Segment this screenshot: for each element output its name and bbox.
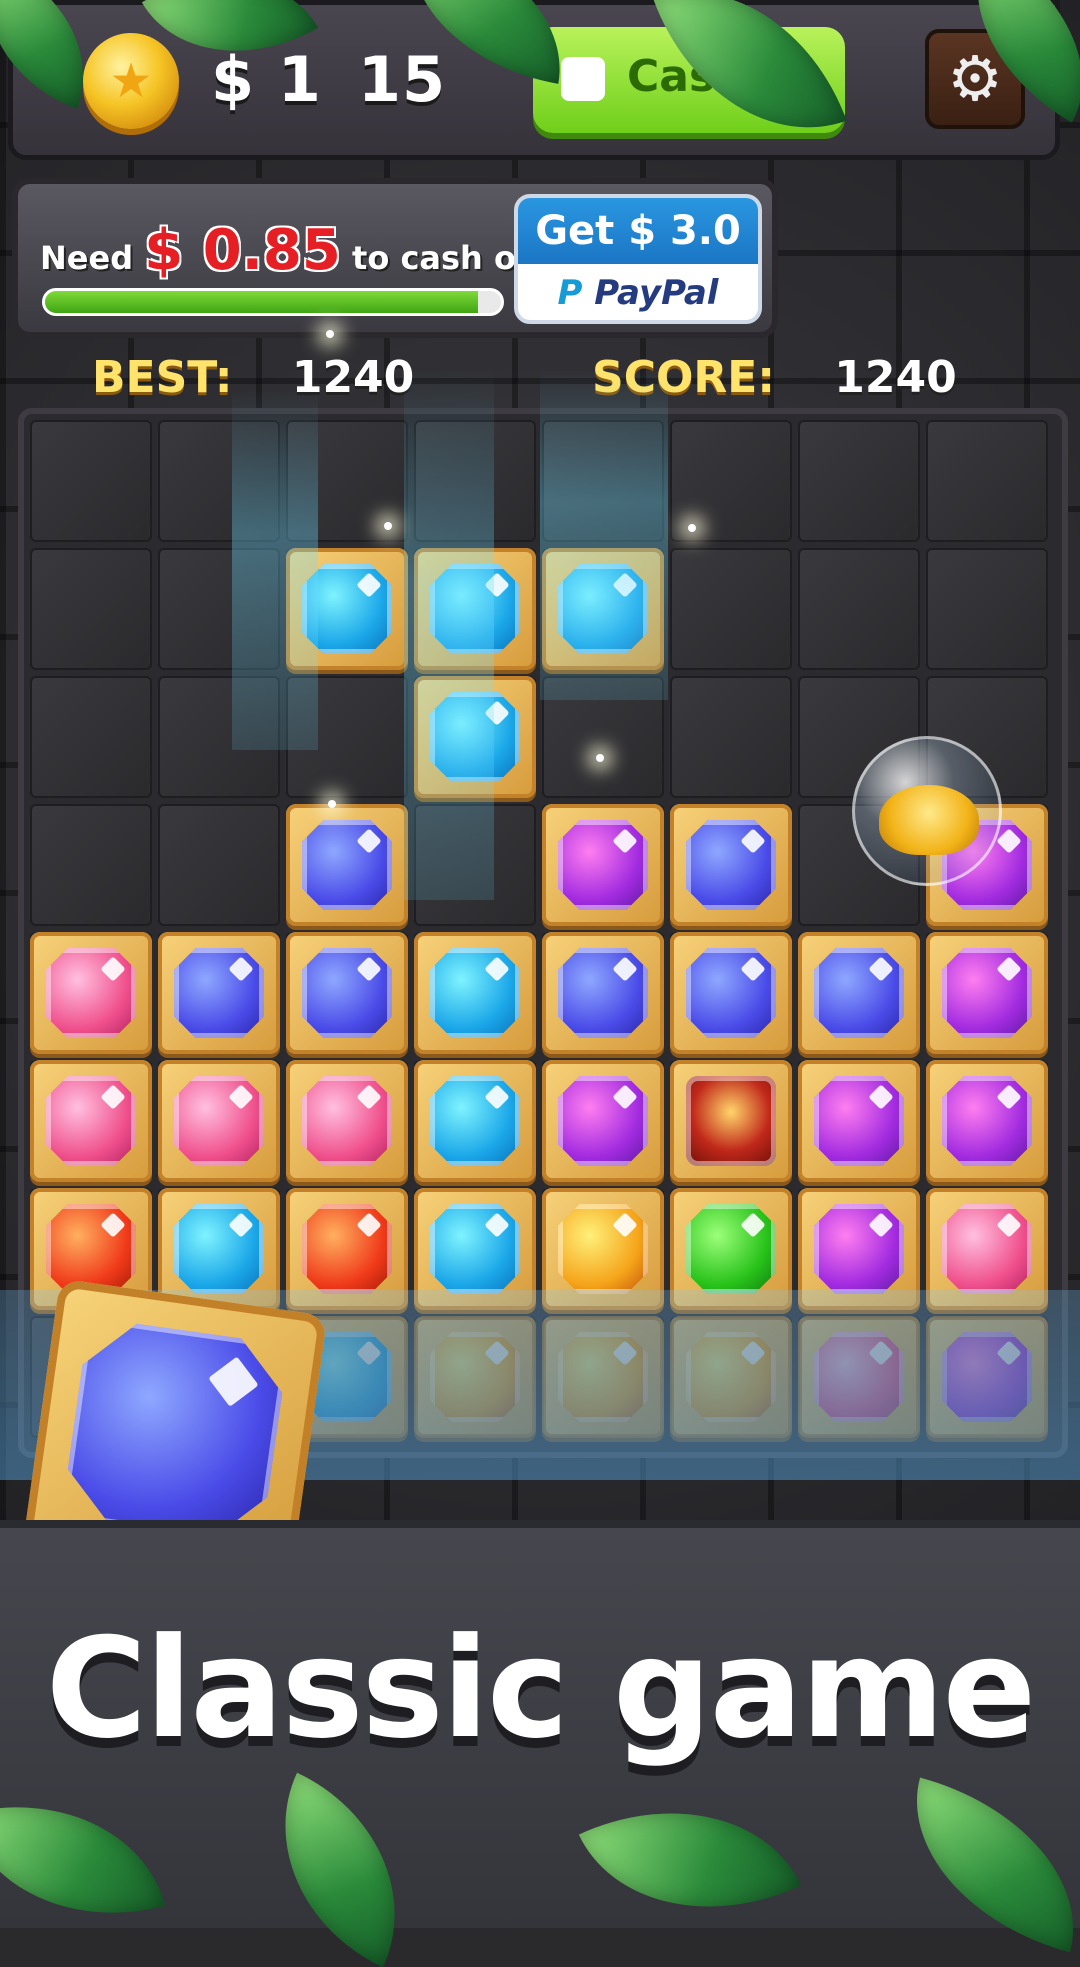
light-beam [232, 390, 318, 750]
reward-amount: Get $ 3.0 [518, 198, 758, 264]
need-prefix: Need [40, 239, 134, 277]
purple-gem-icon [814, 1204, 904, 1294]
coin-icon [83, 33, 179, 129]
blue-gem-tile [798, 932, 920, 1054]
pink-gem-tile [286, 1060, 408, 1182]
sparkle-icon [596, 754, 604, 762]
blue-gem-icon [302, 948, 392, 1038]
purple-gem-icon [942, 948, 1032, 1038]
cyan-gem-tile [414, 1060, 536, 1182]
paypal-label: PayPal [594, 273, 719, 313]
pink-gem-icon [46, 948, 136, 1038]
purple-gem-icon [942, 1076, 1032, 1166]
purple-gem-tile [926, 932, 1048, 1054]
pink-gem-icon [46, 1076, 136, 1166]
purple-gem-icon [558, 1076, 648, 1166]
board-cell[interactable] [30, 548, 152, 670]
purple-gem-tile [542, 1060, 664, 1182]
cyan-gem-icon [430, 1076, 520, 1166]
blue-gem-tile [542, 932, 664, 1054]
board-cell[interactable] [158, 804, 280, 926]
light-beam [404, 370, 494, 900]
board-cell[interactable] [926, 420, 1048, 542]
headline: Classic game [45, 1608, 1036, 1769]
light-beam [540, 370, 668, 700]
board-cell[interactable] [670, 548, 792, 670]
board-cell[interactable] [798, 420, 920, 542]
cyan-gem-tile [414, 932, 536, 1054]
pink-gem-tile [30, 1060, 152, 1182]
purple-gem-tile [926, 1060, 1048, 1182]
blue-gem-tile [670, 804, 792, 926]
board-cell[interactable] [30, 420, 152, 542]
pink-gem-tile [30, 932, 152, 1054]
blue-gem-icon [814, 948, 904, 1038]
cashout-progress-fill [45, 291, 479, 313]
board-cell[interactable] [670, 420, 792, 542]
balance-amount: $ 1 15 [211, 43, 447, 116]
blue-gem-icon [558, 948, 648, 1038]
board-cell[interactable] [30, 804, 152, 926]
board-cell[interactable] [30, 676, 152, 798]
cashout-progress-bar [42, 288, 504, 316]
score-value: 1240 [834, 352, 957, 403]
purple-gem-tile [798, 1060, 920, 1182]
blue-gem-tile [286, 932, 408, 1054]
green-gem-icon [686, 1204, 776, 1294]
blue-gem-icon [61, 1317, 289, 1545]
treasure-chest-tile [670, 1060, 792, 1182]
best-label: BEST: [92, 352, 233, 403]
pink-gem-icon [302, 1076, 392, 1166]
cashout-requirement-text: Need $ 0.85 to cash out. [40, 218, 566, 283]
cyan-gem-icon [430, 948, 520, 1038]
coin-bubble[interactable] [852, 736, 1002, 886]
paypal-icon: P [557, 273, 595, 313]
pink-gem-tile [158, 1060, 280, 1182]
red-gem-icon [46, 1204, 136, 1294]
cashout-progress-panel: Need $ 0.85 to cash out. Get $ 3.0 P Pay… [12, 178, 778, 338]
pink-gem-icon [942, 1204, 1032, 1294]
purple-gem-icon [814, 1076, 904, 1166]
sparkle-icon [384, 522, 392, 530]
blue-gem-tile [158, 932, 280, 1054]
cyan-gem-icon [430, 1204, 520, 1294]
paypal-reward-button[interactable]: Get $ 3.0 P PayPal [514, 194, 762, 324]
board-cell[interactable] [798, 548, 920, 670]
orange-gem-icon [558, 1204, 648, 1294]
pink-gem-icon [174, 1076, 264, 1166]
red-gem-icon [302, 1204, 392, 1294]
wallet-icon [561, 57, 605, 101]
board-cell[interactable] [670, 676, 792, 798]
board-cell[interactable] [926, 548, 1048, 670]
blue-gem-icon [686, 948, 776, 1038]
sparkle-icon [326, 330, 334, 338]
blue-gem-tile [670, 932, 792, 1054]
gear-icon: ⚙ [947, 42, 1003, 115]
blue-gem-icon [302, 820, 392, 910]
sparkle-icon [328, 800, 336, 808]
treasure-chest-icon [686, 1076, 776, 1166]
sparkle-icon [688, 524, 696, 532]
cyan-gem-icon [174, 1204, 264, 1294]
blue-gem-icon [174, 948, 264, 1038]
purple-gem-icon [558, 820, 648, 910]
coin-stack-icon [879, 785, 979, 855]
need-amount: $ 0.85 [144, 218, 341, 283]
blue-gem-tile [286, 804, 408, 926]
purple-gem-tile [542, 804, 664, 926]
paypal-logo: P PayPal [518, 264, 758, 320]
blue-gem-icon [686, 820, 776, 910]
